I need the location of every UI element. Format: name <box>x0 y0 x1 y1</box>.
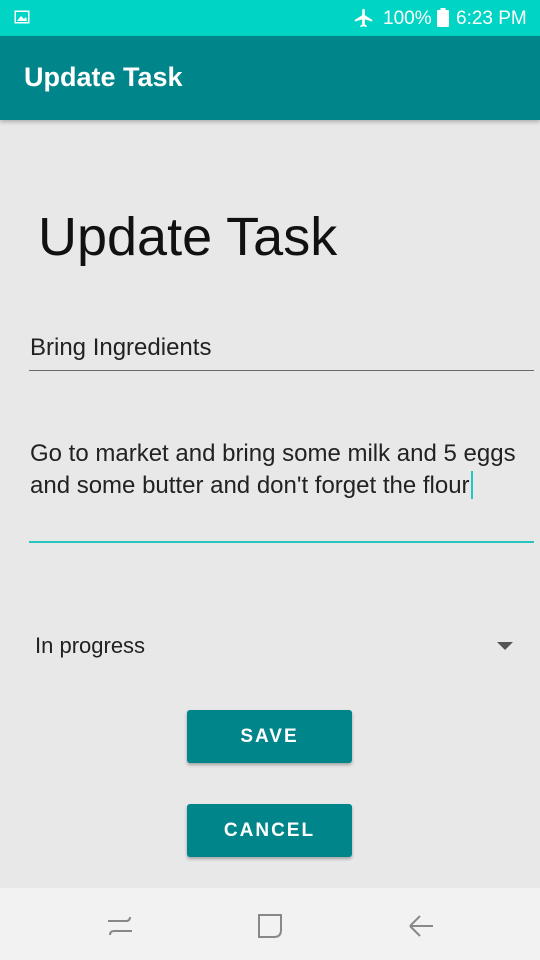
app-bar: Update Task <box>0 36 540 120</box>
task-description-value: Go to market and bring some milk and 5 e… <box>30 440 516 499</box>
clock: 6:23 PM <box>456 8 527 29</box>
airplane-mode-icon <box>354 8 373 28</box>
recent-apps-icon[interactable] <box>106 912 134 940</box>
home-icon[interactable] <box>256 912 284 940</box>
cancel-button[interactable]: CANCEL <box>187 804 352 857</box>
image-icon <box>14 10 30 24</box>
app-bar-title: Update Task <box>24 62 183 92</box>
back-icon[interactable] <box>407 912 435 940</box>
task-title-input[interactable]: Bring Ingredients <box>29 332 534 371</box>
task-description-input[interactable]: Go to market and bring some milk and 5 e… <box>29 438 534 543</box>
status-selected-value: In progress <box>35 633 146 658</box>
page-heading: Update Task <box>38 207 338 267</box>
status-bar: 100% 6:23 PM <box>0 0 540 36</box>
battery-percentage: 100% <box>383 8 432 29</box>
navigation-bar <box>0 888 540 960</box>
text-cursor <box>470 471 473 499</box>
battery-icon <box>437 8 449 27</box>
save-button[interactable]: SAVE <box>187 710 352 763</box>
status-dropdown[interactable]: In progress <box>35 628 515 664</box>
dropdown-arrow-icon <box>497 642 513 650</box>
task-title-value: Bring Ingredients <box>30 334 212 361</box>
